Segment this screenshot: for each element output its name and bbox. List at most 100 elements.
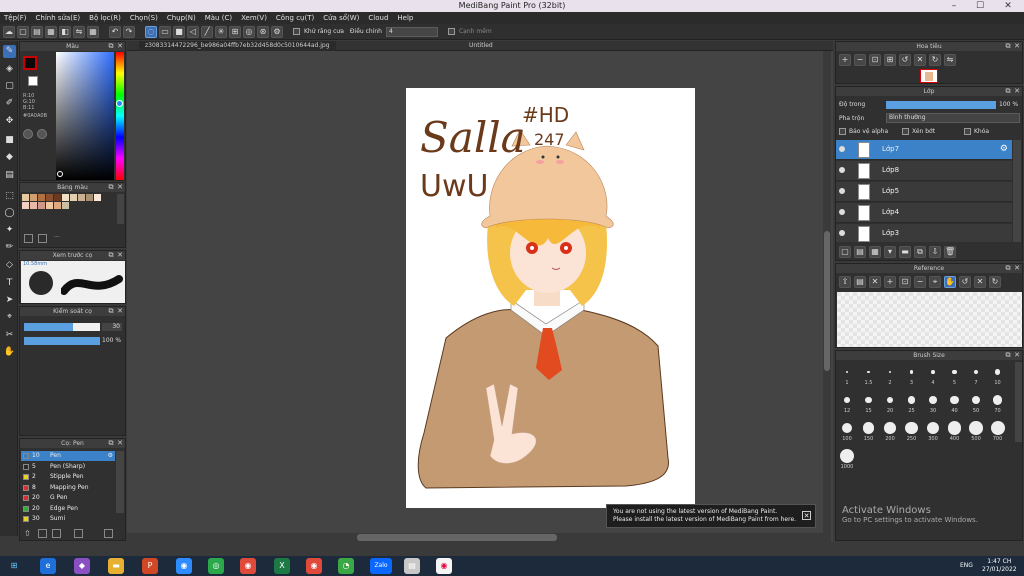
brush-size-200[interactable]: 200 — [880, 420, 900, 442]
blend-mode-select[interactable]: Bình thường — [886, 113, 1020, 123]
brush-folder-icon[interactable] — [74, 529, 83, 538]
main-color-swatch[interactable] — [23, 56, 37, 70]
file-explorer-icon[interactable]: ▬ — [108, 558, 124, 574]
open-icon[interactable]: ▤ — [31, 25, 43, 38]
update-notice[interactable]: You are not using the latest version of … — [606, 504, 816, 528]
layer-list-scrollbar[interactable] — [1013, 140, 1021, 242]
ref-open-icon[interactable]: ⇧ — [839, 276, 851, 288]
ref-fit-icon[interactable]: ⊡ — [899, 276, 911, 288]
brush-up-icon[interactable]: ⇧ — [24, 529, 33, 538]
zoom-icon[interactable]: ◉ — [176, 558, 192, 574]
palette-swatch[interactable] — [38, 194, 45, 201]
brush-size-3[interactable]: 3 — [902, 364, 922, 386]
brush-size-250[interactable]: 250 — [902, 420, 922, 442]
nav-rotate-left-icon[interactable]: ↺ — [899, 54, 911, 66]
palette-swatch[interactable] — [46, 194, 53, 201]
brush-tool-icon[interactable]: ✎ — [3, 45, 16, 58]
dropper-tool-icon[interactable]: ⌖ — [3, 311, 16, 324]
nav-zoom-out-icon[interactable]: − — [854, 54, 866, 66]
language-indicator[interactable]: ENG — [960, 562, 973, 569]
adjust-select[interactable]: 4 — [385, 26, 438, 37]
save-icon[interactable]: ▦ — [45, 25, 57, 38]
menu-window[interactable]: Cửa sổ(W) — [323, 14, 359, 22]
sub-color-swatch[interactable] — [28, 76, 38, 86]
hand-tool-icon[interactable]: ✋ — [3, 346, 16, 359]
brush-size-10[interactable]: 10 — [988, 364, 1008, 386]
browser-icon[interactable]: ◎ — [208, 558, 224, 574]
excel-icon[interactable]: X — [274, 558, 290, 574]
palette-swatch[interactable] — [30, 202, 37, 209]
ruler-icon[interactable]: ╱ — [201, 25, 213, 38]
circle-snap-icon[interactable]: ◎ — [243, 25, 255, 38]
fill-rect-tool-icon[interactable]: ■ — [3, 134, 16, 147]
select-tool-icon[interactable]: ⬚ — [3, 190, 16, 203]
layer-row-5[interactable]: Lớp3 — [836, 224, 1012, 242]
ref-rotate-right-icon[interactable]: ↻ — [989, 276, 1001, 288]
color-picker-area[interactable] — [56, 52, 114, 180]
brush-size-5[interactable]: 5 — [945, 364, 965, 386]
fill-select-icon[interactable]: ■ — [173, 25, 185, 38]
ref-dropper-icon[interactable]: ⌖ — [929, 276, 941, 288]
brush-size-500[interactable]: 500 — [966, 420, 986, 442]
menu-filter[interactable]: Bộ lọc(R) — [89, 14, 121, 22]
layer-menu-icon[interactable]: ▾ — [884, 246, 896, 258]
minimize-button[interactable]: – — [940, 0, 968, 12]
palette-swatch[interactable] — [94, 194, 101, 201]
menu-view[interactable]: Xem(V) — [241, 14, 267, 22]
radial-snap-icon[interactable]: ⊛ — [257, 25, 269, 38]
rect-select-icon[interactable]: ▭ — [159, 25, 171, 38]
medibang-icon[interactable]: ◉ — [436, 558, 452, 574]
menu-cloud[interactable]: Cloud — [368, 14, 388, 22]
lasso-icon[interactable]: ◁ — [187, 25, 199, 38]
brush-size-30[interactable]: 30 — [923, 392, 943, 414]
brush-item-mapping-pen[interactable]: 8 Mapping Pen — [21, 483, 115, 493]
brush-size-50[interactable]: 50 — [966, 392, 986, 414]
brush-size-100[interactable]: 100 — [837, 420, 857, 442]
palette-scrollbar[interactable] — [117, 194, 124, 224]
brush-item-stipple-pen[interactable]: 2 Stipple Pen — [21, 472, 115, 482]
ref-image-icon[interactable]: ▤ — [854, 276, 866, 288]
new-halftone-layer-icon[interactable]: ▤ — [854, 246, 866, 258]
layer-visibility-icon[interactable] — [839, 167, 845, 173]
palette-swatch[interactable] — [38, 202, 45, 209]
duplicate-layer-icon[interactable]: ⧉ — [914, 246, 926, 258]
nav-rotate-right-icon[interactable]: ↻ — [929, 54, 941, 66]
brush-settings-icon[interactable]: ⚙ — [108, 451, 113, 461]
clock[interactable]: 1:47 CH 27/01/2022 — [982, 558, 1017, 574]
select-pen-icon[interactable]: ✏ — [3, 241, 16, 254]
text-tool-icon[interactable]: T — [3, 277, 16, 290]
brush-size-15[interactable]: 15 — [859, 392, 879, 414]
navigator-thumbnail[interactable] — [920, 69, 938, 83]
ref-rotate-left-icon[interactable]: ↺ — [959, 276, 971, 288]
layer-row-3[interactable]: Lớp5 — [836, 182, 1012, 202]
brush-size-7[interactable]: 7 — [966, 364, 986, 386]
menu-edit[interactable]: Chỉnh sửa(E) — [36, 14, 81, 22]
brush-add-icon[interactable] — [38, 529, 47, 538]
close-button[interactable]: ✕ — [994, 0, 1022, 12]
document-icon[interactable]: ▤ — [404, 558, 420, 574]
palette-swatch[interactable] — [78, 194, 85, 201]
brush-item-pen[interactable]: 10 Pen ⚙ — [21, 451, 115, 461]
layer-row-4[interactable]: Lớp4 — [836, 203, 1012, 223]
edge-icon[interactable]: e — [40, 558, 56, 574]
drawing-canvas[interactable]: Salla #HD 247 UwU — [406, 88, 695, 508]
canvas-vertical-scrollbar[interactable] — [823, 51, 831, 542]
brush-size-2[interactable]: 2 — [880, 364, 900, 386]
doc-tab-untitled[interactable]: Untitled — [463, 41, 499, 51]
notice-close-icon[interactable]: ✕ — [802, 511, 811, 520]
ref-hand-icon[interactable]: ✋ — [944, 276, 956, 288]
color-settings-icon[interactable] — [23, 129, 33, 139]
new-8bit-layer-icon[interactable]: ▦ — [869, 246, 881, 258]
new-file-icon[interactable]: ▢ — [17, 25, 29, 38]
undo-icon[interactable]: ↶ — [109, 25, 121, 38]
brush-size-40[interactable]: 40 — [945, 392, 965, 414]
start-icon[interactable]: ⊞ — [6, 558, 22, 574]
layer-opacity-slider[interactable] — [886, 101, 996, 109]
settings-icon[interactable]: ⚙ — [271, 25, 283, 38]
shape-tool-icon[interactable]: ▢ — [3, 80, 16, 93]
color-wheel-icon[interactable] — [37, 129, 47, 139]
palette-swatch[interactable] — [86, 194, 93, 201]
layer-visibility-icon[interactable] — [839, 146, 845, 152]
new-layer-icon[interactable]: ▢ — [839, 246, 851, 258]
clipping-checkbox[interactable] — [902, 128, 909, 135]
